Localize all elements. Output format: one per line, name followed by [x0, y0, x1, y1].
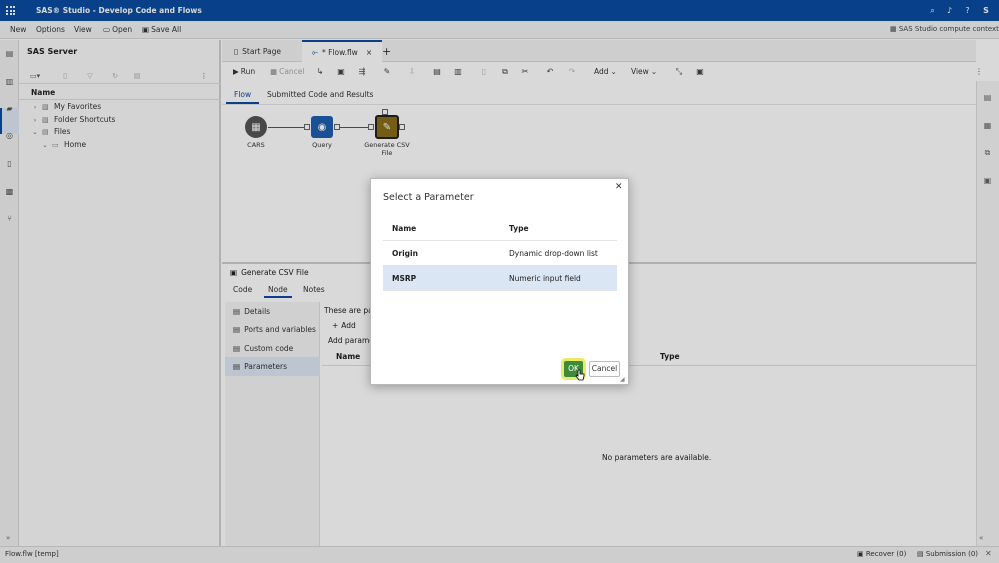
col-name-header: Name — [392, 224, 417, 233]
table-row[interactable]: Origin Dynamic drop-down list — [383, 241, 617, 266]
col-type-header: Type — [509, 224, 529, 233]
cancel-button[interactable]: Cancel — [589, 361, 620, 377]
select-parameter-dialog: Select a Parameter ✕ Name Type Origin Dy… — [370, 178, 629, 385]
param-type: Numeric input field — [509, 274, 581, 283]
hand-cursor-icon — [575, 369, 585, 381]
table-row-selected[interactable]: MSRP Numeric input field — [383, 266, 617, 291]
dialog-title: Select a Parameter — [383, 192, 474, 203]
param-type: Dynamic drop-down list — [509, 249, 598, 258]
resize-grip-icon[interactable]: ◢ — [620, 376, 625, 383]
param-name: MSRP — [392, 274, 417, 283]
parameter-table: Name Type Origin Dynamic drop-down list … — [383, 216, 617, 291]
param-name: Origin — [392, 249, 418, 258]
table-header: Name Type — [383, 216, 617, 241]
close-icon[interactable]: ✕ — [615, 182, 623, 192]
